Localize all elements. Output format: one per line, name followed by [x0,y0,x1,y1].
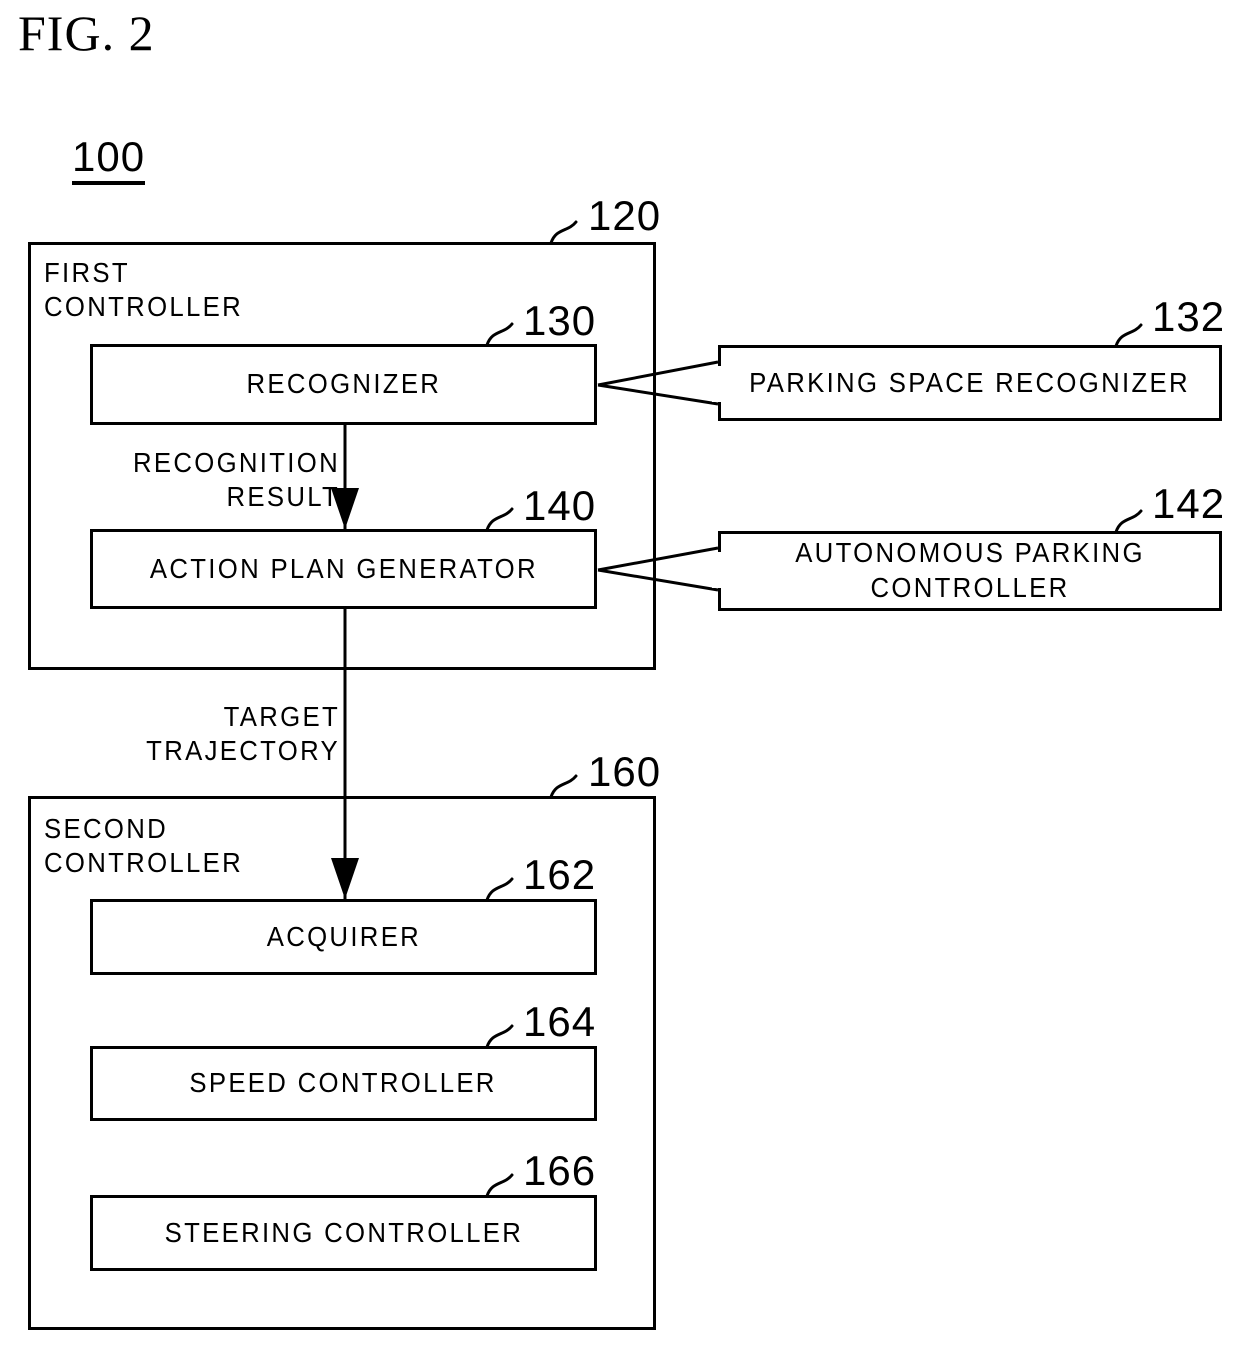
ref-numeral-132: 132 [1152,293,1226,340]
figure-title: FIG. 2 [18,5,155,61]
block-action-plan-generator-label: ACTION PLAN GENERATOR [149,552,538,584]
flow-label-target-trajectory: TARGET TRAJECTORY [146,701,340,767]
flow-label-recognition-result: RECOGNITION RESULT [132,447,340,513]
block-recognizer-label: RECOGNIZER [246,368,441,400]
block-acquirer[interactable]: ACQUIRER [90,899,597,975]
ref-numeral-164: 164 [523,998,597,1045]
second-controller-title: SECOND CONTROLLER [44,813,244,879]
leader-160 [549,774,578,799]
leader-120 [549,220,578,245]
block-recognizer[interactable]: RECOGNIZER [90,344,597,425]
block-parking-space-recognizer[interactable]: PARKING SPACE RECOGNIZER [718,345,1222,421]
block-autonomous-parking-controller-label: AUTONOMOUS PARKING CONTROLLER [795,537,1145,603]
ref-numeral-130: 130 [523,297,597,344]
figure-canvas: FIG. 2 100 FIRST CONTROLLER 120 RECOGNIZ… [0,0,1240,1348]
leader-142 [1114,509,1143,534]
block-autonomous-parking-controller[interactable]: AUTONOMOUS PARKING CONTROLLER [718,531,1222,611]
block-acquirer-label: ACQUIRER [266,920,421,952]
block-action-plan-generator[interactable]: ACTION PLAN GENERATOR [90,529,597,609]
block-speed-controller-label: SPEED CONTROLLER [189,1067,498,1099]
ref-numeral-166: 166 [523,1147,597,1194]
block-speed-controller[interactable]: SPEED CONTROLLER [90,1046,597,1121]
leader-132 [1114,323,1143,348]
ref-numeral-162: 162 [523,851,597,898]
first-controller-title: FIRST CONTROLLER [44,257,244,323]
system-reference-numeral: 100 [72,136,146,185]
ref-numeral-160: 160 [588,748,662,795]
block-parking-space-recognizer-label: PARKING SPACE RECOGNIZER [749,366,1191,398]
ref-numeral-142: 142 [1152,480,1226,527]
ref-numeral-120: 120 [588,192,662,239]
block-steering-controller-label: STEERING CONTROLLER [164,1216,523,1248]
ref-numeral-140: 140 [523,482,597,529]
block-steering-controller[interactable]: STEERING CONTROLLER [90,1195,597,1271]
